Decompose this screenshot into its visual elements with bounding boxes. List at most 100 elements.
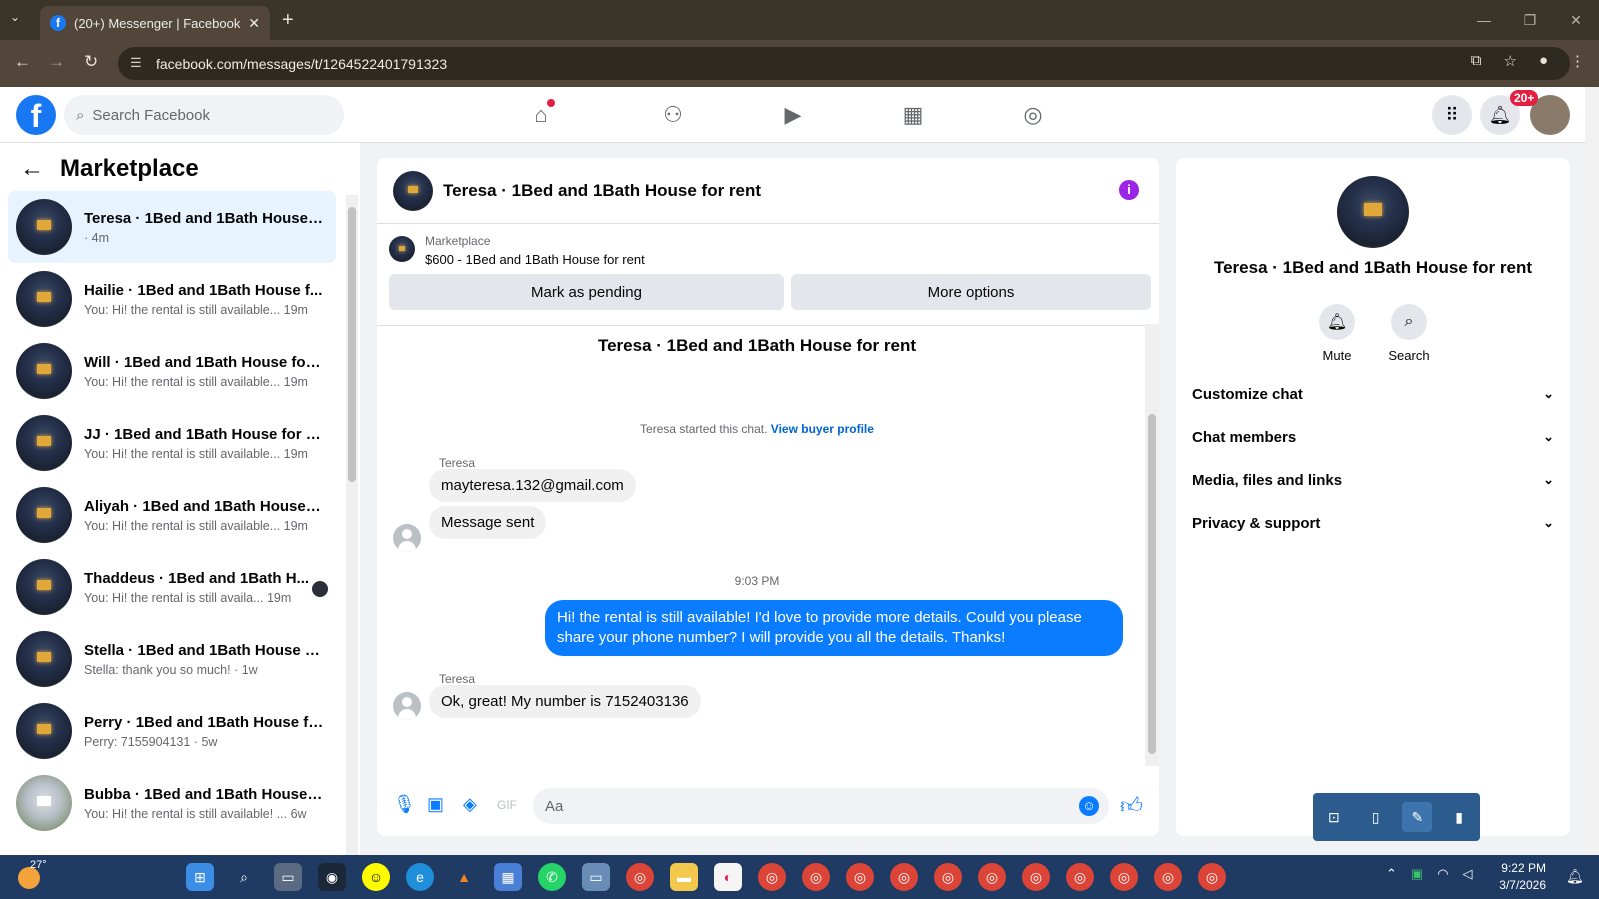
forward-icon[interactable]: → [48,52,65,72]
volume-icon[interactable]: ◁ [1463,866,1473,882]
install-app-icon[interactable]: ⧉ [1471,52,1482,70]
conversation-item[interactable]: Perry · 1Bed and 1Bath House fo... Perry:… [8,695,336,767]
chrome-icon[interactable]: ◎ [1022,863,1050,891]
thread-scrollbar[interactable] [1145,324,1159,766]
outgoing-message[interactable]: Hi! the rental is still available! I'd l… [545,600,1123,656]
bookmark-star-icon[interactable]: ☆ [1503,52,1516,70]
tab-search-icon[interactable]: ⌄ [10,10,20,24]
snapchat-icon[interactable]: ☺ [362,863,390,891]
address-bar[interactable]: ☰ facebook.com/messages/t/12645224017913… [118,47,1570,80]
tray-app-icon[interactable]: ▣ [1411,866,1423,882]
vlc-icon[interactable]: ▲ [450,863,478,891]
listing-title[interactable]: $600 - 1Bed and 1Bath House for rent [425,252,645,267]
close-window-icon[interactable]: ✕ [1553,12,1599,29]
remote-desktop-icon[interactable]: ▭ [582,863,610,891]
chrome-icon[interactable]: ◎ [978,863,1006,891]
conversation-item[interactable]: Stella · 1Bed and 1Bath House fo... Stell… [8,623,336,695]
info-icon[interactable]: i [1119,180,1139,200]
facebook-search-input[interactable]: ⌕ Search Facebook [64,95,344,135]
listing-thumbnail[interactable] [389,236,415,262]
clipboard-icon[interactable]: ▯ [1361,802,1391,832]
taskbar-clock[interactable]: 9:22 PM 3/7/2026 [1486,860,1546,894]
chrome-icon[interactable]: ◎ [934,863,962,891]
media-files-links-row[interactable]: Media, files and links ⌄ [1192,460,1554,500]
conversation-item[interactable]: Will · 1Bed and 1Bath House for ... You: … [8,335,336,407]
whatsapp-icon[interactable]: ✆ [538,863,566,891]
chrome-icon[interactable]: ◎ [890,863,918,891]
chrome-icon[interactable]: ◎ [626,863,654,891]
mark-as-pending-button[interactable]: Mark as pending [389,274,784,310]
back-icon[interactable]: ← [14,52,31,72]
view-buyer-profile-link[interactable]: View buyer profile [771,422,874,436]
home-icon[interactable]: ⌂ [525,99,557,131]
close-tab-icon[interactable]: ✕ [248,15,260,32]
site-info-icon[interactable]: ☰ [130,55,142,71]
incoming-message[interactable]: Ok, great! My number is 7152403136 [429,685,701,718]
sender-avatar[interactable] [393,692,421,720]
new-tab-button[interactable]: + [282,9,294,32]
incoming-message[interactable]: Message sent [429,506,547,539]
details-avatar[interactable] [1337,176,1409,248]
thread-scroll-thumb[interactable] [1148,414,1156,754]
menu-grid-icon[interactable]: ⠿ [1432,95,1472,135]
chat-title[interactable]: Teresa · 1Bed and 1Bath House for rent [443,181,761,201]
conversation-item[interactable]: Bubba · 1Bed and 1Bath House f... You: Hi… [8,767,336,839]
app-icon[interactable]: ◐ [714,863,742,891]
sender-avatar[interactable] [393,524,421,552]
friends-icon[interactable]: ⚇ [657,99,689,131]
browser-menu-icon[interactable]: ⋮ [1570,52,1585,70]
emoji-icon[interactable]: ☺ [1079,796,1099,816]
profile-icon[interactable]: ● [1539,52,1548,70]
chat-members-row[interactable]: Chat members ⌄ [1192,417,1554,457]
search-in-chat-button[interactable]: ⌕ Search [1379,304,1439,363]
taskbar-search-icon[interactable]: ⌕ [230,863,258,891]
back-arrow-icon[interactable]: ← [20,155,44,183]
incoming-message[interactable]: mayteresa.132@gmail.com [429,469,636,502]
notification-center-icon[interactable]: 🔔︎ [1566,868,1584,885]
conversation-item[interactable]: Hailie · 1Bed and 1Bath House f... You: H… [8,263,336,335]
chrome-icon[interactable]: ◎ [802,863,830,891]
sticker-icon[interactable]: ◈ [463,794,477,815]
conversation-item[interactable]: Aliyah · 1Bed and 1Bath House f... You: H… [8,479,336,551]
video-icon[interactable]: ▶ [777,99,809,131]
start-icon[interactable]: ⊞ [186,863,214,891]
steam-icon[interactable]: ◉ [318,863,346,891]
customize-chat-row[interactable]: Customize chat ⌄ [1192,374,1554,414]
gif-icon[interactable]: GIF [497,798,517,812]
more-options-button[interactable]: More options [791,274,1151,310]
conversation-item[interactable]: JJ · 1Bed and 1Bath House for rent You: H… [8,407,336,479]
task-view-icon[interactable]: ▭ [274,863,302,891]
chart-icon[interactable]: ▮ [1444,802,1474,832]
chrome-icon[interactable]: ◎ [758,863,786,891]
chat-avatar[interactable] [393,170,433,211]
tray-overflow-icon[interactable]: ⌃ [1386,866,1397,882]
chrome-icon[interactable]: ◎ [1198,863,1226,891]
marketplace-icon[interactable]: ▦ [897,99,929,131]
conversation-item[interactable]: Teresa · 1Bed and 1Bath House f... · 4m [8,191,336,263]
page-scrollbar[interactable] [1585,87,1599,855]
mute-button[interactable]: 🔔︎ Mute [1307,304,1367,363]
facebook-logo-icon[interactable]: f [16,95,56,135]
sidebar-scroll-thumb[interactable] [348,207,356,482]
screenshot-icon[interactable]: ⊡ [1319,802,1349,832]
store-icon[interactable]: ▦ [494,863,522,891]
minimize-icon[interactable]: — [1461,12,1507,28]
thumbs-up-icon[interactable]: 👍︎ [1120,792,1143,819]
edge-icon[interactable]: e [406,863,434,891]
chrome-icon[interactable]: ◎ [1066,863,1094,891]
wifi-icon[interactable]: ◠ [1437,866,1448,882]
file-explorer-icon[interactable]: ▬ [670,863,698,891]
conversation-item[interactable]: Thaddeus · 1Bed and 1Bath H... You: Hi! t… [8,551,336,623]
message-input[interactable]: Aa ☺ [533,788,1109,824]
chrome-icon[interactable]: ◎ [846,863,874,891]
photo-icon[interactable]: ▣ [427,794,444,815]
chrome-icon[interactable]: ◎ [1110,863,1138,891]
privacy-support-row[interactable]: Privacy & support ⌄ [1192,503,1554,543]
reload-icon[interactable]: ↻ [84,52,98,72]
restore-icon[interactable]: ❐ [1507,12,1553,29]
sidebar-scrollbar[interactable] [346,195,358,855]
pen-icon[interactable]: ✎ [1402,802,1433,832]
chrome-icon[interactable]: ◎ [1154,863,1182,891]
browser-tab[interactable]: f (20+) Messenger | Facebook ✕ [40,6,270,40]
groups-icon[interactable]: ◎ [1017,99,1049,131]
